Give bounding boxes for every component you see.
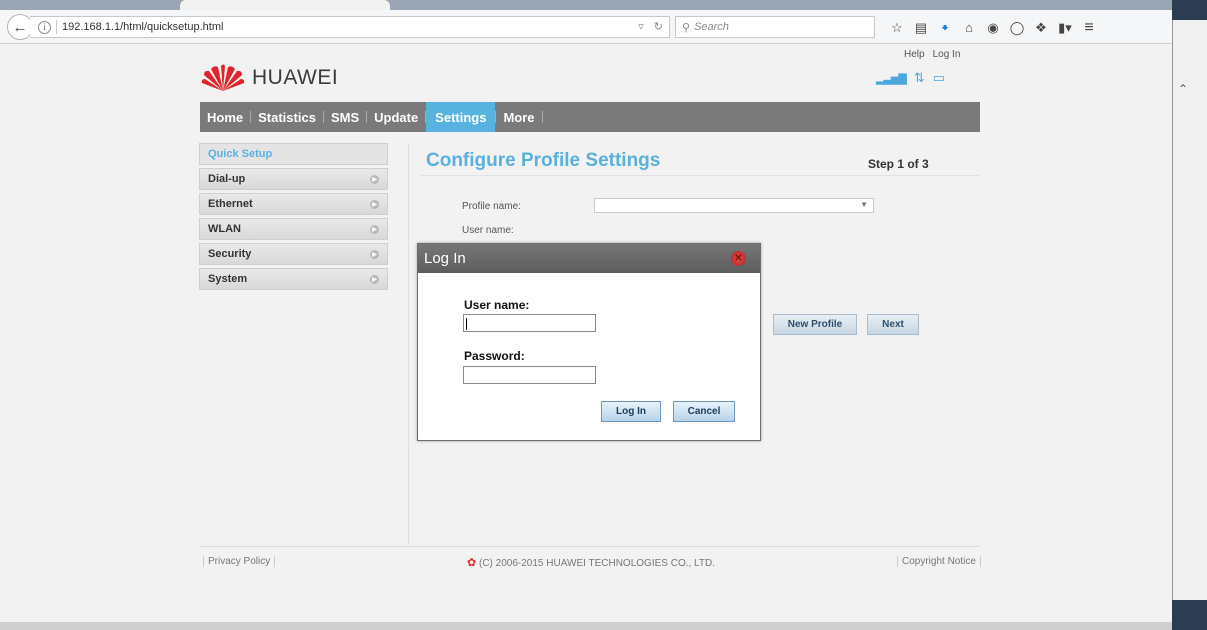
password-field[interactable] <box>463 366 596 384</box>
privacy-policy-area: Privacy Policy <box>199 556 279 567</box>
pocket-icon[interactable]: ◯ <box>1005 20 1029 36</box>
cancel-button[interactable]: Cancel <box>673 401 735 422</box>
username-field[interactable] <box>463 314 596 332</box>
url-controls: ▿ ↻ <box>638 20 663 33</box>
search-input[interactable]: ⚲ Search <box>675 16 875 38</box>
username-field-label: User name: <box>464 298 530 312</box>
help-link[interactable]: Help <box>904 49 925 60</box>
chevron-right-icon: ▶ <box>370 224 379 234</box>
reload-icon[interactable]: ↻ <box>654 20 663 33</box>
sidebar-item-label: Ethernet <box>208 198 253 210</box>
address-bar[interactable]: i 192.168.1.1/html/quicksetup.html ▿ ↻ <box>30 16 670 38</box>
url-text: 192.168.1.1/html/quicksetup.html <box>62 21 224 33</box>
login-dialog: Log In ✕ User name: Password: Log In Can… <box>417 243 761 441</box>
sidebar-item-label: Security <box>208 248 252 260</box>
nav-home[interactable]: Home <box>200 102 250 132</box>
chevron-right-icon: ▶ <box>370 199 379 209</box>
copyright-text: (C) 2006-2015 HUAWEI TECHNOLOGIES CO., L… <box>479 558 715 569</box>
signal-icon: ▂▃▅▇ <box>876 72 907 85</box>
privacy-policy-link[interactable]: Privacy Policy <box>208 556 270 567</box>
login-button[interactable]: Log In <box>601 401 661 422</box>
page-title: Configure Profile Settings <box>426 150 661 171</box>
nav-update[interactable]: Update <box>367 102 425 132</box>
username-label: User name: <box>462 225 514 236</box>
brand-logo: HUAWEI <box>200 63 338 93</box>
menu-icon[interactable]: ≡ <box>1077 20 1101 36</box>
footer-separator <box>979 556 981 567</box>
chevron-right-icon: ▶ <box>370 249 379 259</box>
status-icons: ▂▃▅▇ ⇅ ▭ <box>876 70 945 86</box>
sidebar-item-system[interactable]: System ▶ <box>199 268 388 290</box>
background-window <box>1172 20 1207 600</box>
browser-toolbar: ← i 192.168.1.1/html/quicksetup.html ▿ ↻… <box>0 10 1172 44</box>
sidebar-item-wlan[interactable]: WLAN ▶ <box>199 218 388 240</box>
profile-name-select[interactable]: ▼ <box>594 198 874 213</box>
copyright-notice-link[interactable]: Copyright Notice <box>902 556 976 567</box>
device-icon: ▭ <box>932 70 946 85</box>
data-transfer-icon: ⇅ <box>913 70 925 85</box>
sidebar-item-security[interactable]: Security ▶ <box>199 243 388 265</box>
huawei-logo-icon: ✿ <box>467 557 477 569</box>
url-separator <box>56 20 57 34</box>
home-icon[interactable]: ⌂ <box>957 20 981 36</box>
footer-divider <box>200 546 980 547</box>
dialog-title: Log In <box>424 250 466 267</box>
nav-divider <box>541 111 543 123</box>
password-field-label: Password: <box>464 349 525 363</box>
title-divider <box>420 175 980 176</box>
sidebar-item-label: WLAN <box>208 223 241 235</box>
reading-list-icon[interactable]: ▤ <box>909 20 933 36</box>
sidebar-item-ethernet[interactable]: Ethernet ▶ <box>199 193 388 215</box>
toolbar-icons: ☆ ▤ 🠻 ⌂ ◉ ◯ ❖ ▮▾ ≡ <box>885 20 1101 36</box>
download-icon[interactable]: 🠻 <box>933 20 957 36</box>
footer-separator <box>203 556 204 567</box>
nav-more[interactable]: More <box>496 102 541 132</box>
search-placeholder: Search <box>694 21 729 33</box>
nav-sms[interactable]: SMS <box>324 102 366 132</box>
chat-icon[interactable]: ◉ <box>981 20 1005 36</box>
close-icon[interactable]: ✕ <box>731 251 746 266</box>
sidebar-item-quick-setup[interactable]: Quick Setup <box>199 143 388 165</box>
sidebar-item-dial-up[interactable]: Dial-up ▶ <box>199 168 388 190</box>
sidebar: Quick Setup Dial-up ▶ Ethernet ▶ WLAN ▶ … <box>199 143 388 293</box>
main-nav: Home Statistics SMS Update Settings More <box>200 102 980 132</box>
chevron-right-icon: ▶ <box>370 274 379 284</box>
nav-settings[interactable]: Settings <box>426 102 496 132</box>
sidebar-icon[interactable]: ▮▾ <box>1053 20 1077 36</box>
sidebar-item-label: System <box>208 273 248 285</box>
login-link[interactable]: Log In <box>933 49 961 60</box>
brand-name: HUAWEI <box>252 66 339 89</box>
step-indicator: Step 1 of 3 <box>868 157 929 171</box>
copyright-notice-area: Copyright Notice <box>893 556 985 567</box>
active-tab[interactable] <box>180 0 390 10</box>
bookmark-star-icon[interactable]: ☆ <box>885 20 909 36</box>
search-icon: ⚲ <box>682 21 691 34</box>
dialog-header: Log In ✕ <box>418 244 760 273</box>
sidebar-item-label: Quick Setup <box>208 148 273 160</box>
status-bar <box>0 622 1172 630</box>
chevron-right-icon: ▶ <box>370 174 379 184</box>
chevron-down-icon: ▼ <box>860 200 868 209</box>
copyright-area: ✿ (C) 2006-2015 HUAWEI TECHNOLOGIES CO.,… <box>467 556 715 569</box>
new-profile-button[interactable]: New Profile <box>773 314 857 335</box>
huawei-flower-icon <box>201 64 245 91</box>
sidebar-item-label: Dial-up <box>208 173 246 185</box>
extension-icon[interactable]: ❖ <box>1029 20 1053 36</box>
info-icon[interactable]: i <box>38 20 51 34</box>
nav-statistics[interactable]: Statistics <box>251 102 323 132</box>
chevron-up-icon[interactable]: ⌃ <box>1178 82 1188 96</box>
footer-separator <box>897 556 898 567</box>
tab-strip <box>0 0 1172 10</box>
content-divider <box>408 144 409 544</box>
dropdown-icon[interactable]: ▿ <box>638 20 644 33</box>
profile-name-label: Profile name: <box>462 201 521 212</box>
next-button[interactable]: Next <box>867 314 919 335</box>
arrow-left-icon: ← <box>12 18 28 36</box>
top-links: Help Log In <box>904 49 960 60</box>
footer-separator <box>274 556 276 567</box>
